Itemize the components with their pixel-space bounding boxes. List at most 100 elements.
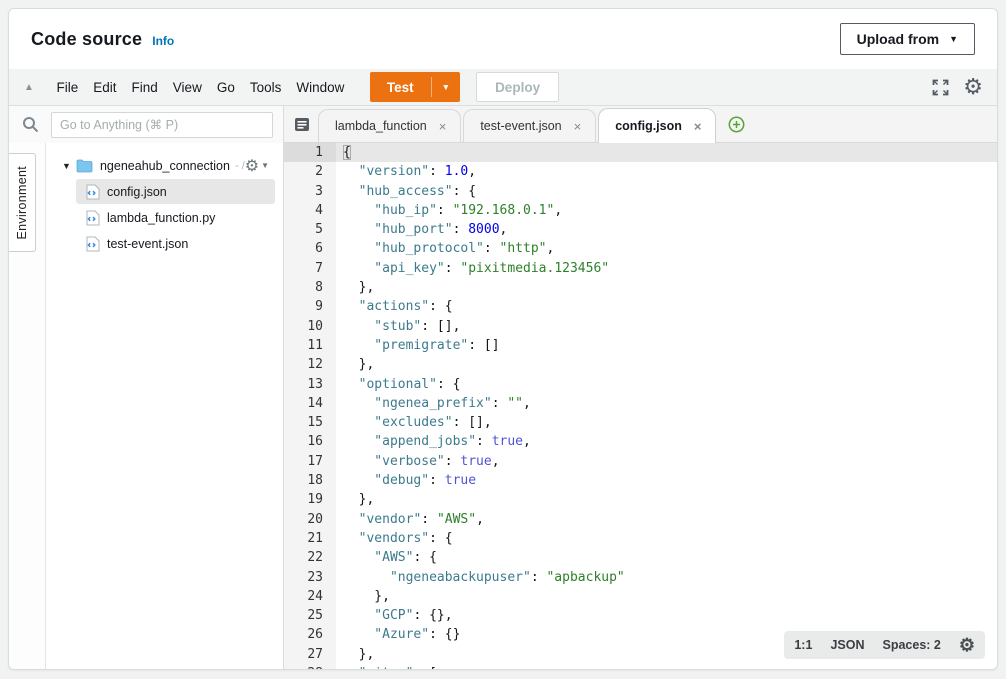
code-line[interactable]: 25 "GCP": {}, <box>284 606 997 625</box>
editor-tab[interactable]: lambda_function× <box>318 109 461 142</box>
tab-list-icon[interactable] <box>294 117 310 132</box>
code-line[interactable]: 13 "optional": { <box>284 375 997 394</box>
menu-item[interactable]: View <box>165 80 209 95</box>
tree-file-item[interactable]: config.json <box>76 179 275 204</box>
collapse-panel-icon[interactable]: ▲ <box>9 82 49 93</box>
code-line[interactable]: 1{ <box>284 143 997 162</box>
code-line[interactable]: 10 "stub": [], <box>284 317 997 336</box>
tree-files: config.jsonlambda_function.pytest-event.… <box>46 179 283 256</box>
close-icon[interactable]: × <box>437 119 449 134</box>
settings-gear-icon[interactable]: ⚙ <box>963 76 983 98</box>
code-line-content: "ngenea_prefix": "", <box>336 394 997 413</box>
go-to-anything-input[interactable] <box>51 112 273 138</box>
folder-caret-icon[interactable]: ▼ <box>62 161 76 171</box>
line-number[interactable]: 11 <box>284 336 336 355</box>
line-number[interactable]: 20 <box>284 510 336 529</box>
editor-statusbar: 1:1 JSON Spaces: 2 ⚙ <box>784 631 985 659</box>
code-line[interactable]: 23 "ngeneabackupuser": "apbackup" <box>284 568 997 587</box>
code-line[interactable]: 9 "actions": { <box>284 297 997 316</box>
line-number[interactable]: 26 <box>284 625 336 644</box>
close-icon[interactable]: × <box>692 119 704 134</box>
code-line[interactable]: 16 "append_jobs": true, <box>284 432 997 451</box>
test-button-label: Test <box>370 72 431 102</box>
menu-item[interactable]: Find <box>124 80 165 95</box>
folder-name: ngeneahub_connection <box>100 159 230 173</box>
line-number[interactable]: 23 <box>284 568 336 587</box>
code-line[interactable]: 17 "verbose": true, <box>284 452 997 471</box>
line-number[interactable]: 7 <box>284 259 336 278</box>
code-line[interactable]: 8 }, <box>284 278 997 297</box>
line-number[interactable]: 14 <box>284 394 336 413</box>
code-line[interactable]: 4 "hub_ip": "192.168.0.1", <box>284 201 997 220</box>
line-number[interactable]: 27 <box>284 645 336 664</box>
code-line[interactable]: 18 "debug": true <box>284 471 997 490</box>
line-number[interactable]: 16 <box>284 432 336 451</box>
code-line[interactable]: 11 "premigrate": [] <box>284 336 997 355</box>
menu-item[interactable]: Go <box>209 80 242 95</box>
line-number[interactable]: 6 <box>284 239 336 258</box>
line-number[interactable]: 24 <box>284 587 336 606</box>
code-line[interactable]: 12 }, <box>284 355 997 374</box>
fullscreen-icon[interactable] <box>932 79 949 96</box>
line-number[interactable]: 19 <box>284 490 336 509</box>
folder-settings-gear-icon[interactable]: ⚙▼ <box>245 156 269 176</box>
line-number[interactable]: 13 <box>284 375 336 394</box>
line-number[interactable]: 25 <box>284 606 336 625</box>
code-line[interactable]: 2 "version": 1.0, <box>284 162 997 181</box>
line-number[interactable]: 2 <box>284 162 336 181</box>
line-number[interactable]: 9 <box>284 297 336 316</box>
code-line[interactable]: 22 "AWS": { <box>284 548 997 567</box>
line-number[interactable]: 3 <box>284 182 336 201</box>
line-number[interactable]: 1 <box>284 143 336 162</box>
test-dropdown-caret-icon[interactable]: ▼ <box>432 72 460 102</box>
code-line[interactable]: 14 "ngenea_prefix": "", <box>284 394 997 413</box>
deploy-button[interactable]: Deploy <box>476 72 559 102</box>
code-line[interactable]: 24 }, <box>284 587 997 606</box>
line-number[interactable]: 15 <box>284 413 336 432</box>
editor-tab[interactable]: config.json× <box>598 108 716 143</box>
code-line-content: }, <box>336 278 997 297</box>
menu-item[interactable]: File <box>49 80 86 95</box>
editor-tab[interactable]: test-event.json× <box>463 109 596 142</box>
editor-settings-gear-icon[interactable]: ⚙ <box>959 636 975 654</box>
close-icon[interactable]: × <box>572 119 584 134</box>
tree-file-item[interactable]: test-event.json <box>76 231 275 256</box>
menu-item[interactable]: Window <box>289 80 352 95</box>
line-number[interactable]: 21 <box>284 529 336 548</box>
menu-item[interactable]: Tools <box>242 80 289 95</box>
menu-item[interactable]: Edit <box>86 80 124 95</box>
code-line[interactable]: 19 }, <box>284 490 997 509</box>
line-number[interactable]: 12 <box>284 355 336 374</box>
line-number[interactable]: 18 <box>284 471 336 490</box>
line-number[interactable]: 28 <box>284 664 336 669</box>
search-icon[interactable] <box>9 116 51 133</box>
indent-setting[interactable]: Spaces: 2 <box>882 638 940 652</box>
line-number[interactable]: 4 <box>284 201 336 220</box>
code-line[interactable]: 5 "hub_port": 8000, <box>284 220 997 239</box>
upload-from-button[interactable]: Upload from ▼ <box>840 23 975 55</box>
sidebar-rail: Environment <box>9 143 46 669</box>
code-area[interactable]: 1{2 "version": 1.0,3 "hub_access": {4 "h… <box>284 143 997 669</box>
tab-environment[interactable]: Environment <box>9 153 36 252</box>
code-line[interactable]: 20 "vendor": "AWS", <box>284 510 997 529</box>
new-tab-plus-icon[interactable] <box>728 116 745 133</box>
code-line[interactable]: 6 "hub_protocol": "http", <box>284 239 997 258</box>
code-line[interactable]: 28 "sites": [ <box>284 664 997 669</box>
line-number[interactable]: 8 <box>284 278 336 297</box>
code-line[interactable]: 3 "hub_access": { <box>284 182 997 201</box>
code-line[interactable]: 21 "vendors": { <box>284 529 997 548</box>
info-link[interactable]: Info <box>152 34 174 48</box>
code-line[interactable]: 15 "excludes": [], <box>284 413 997 432</box>
cursor-position[interactable]: 1:1 <box>794 638 812 652</box>
syntax-mode[interactable]: JSON <box>830 638 864 652</box>
tree-file-item[interactable]: lambda_function.py <box>76 205 275 230</box>
search-row <box>9 106 283 143</box>
tree-folder-row[interactable]: ▼ ngeneahub_connection - / ⚙▼ <box>46 153 283 178</box>
line-number[interactable]: 5 <box>284 220 336 239</box>
line-number[interactable]: 17 <box>284 452 336 471</box>
line-number[interactable]: 22 <box>284 548 336 567</box>
code-line-content: "excludes": [], <box>336 413 997 432</box>
line-number[interactable]: 10 <box>284 317 336 336</box>
test-button[interactable]: Test ▼ <box>370 72 460 102</box>
code-line[interactable]: 7 "api_key": "pixitmedia.123456" <box>284 259 997 278</box>
